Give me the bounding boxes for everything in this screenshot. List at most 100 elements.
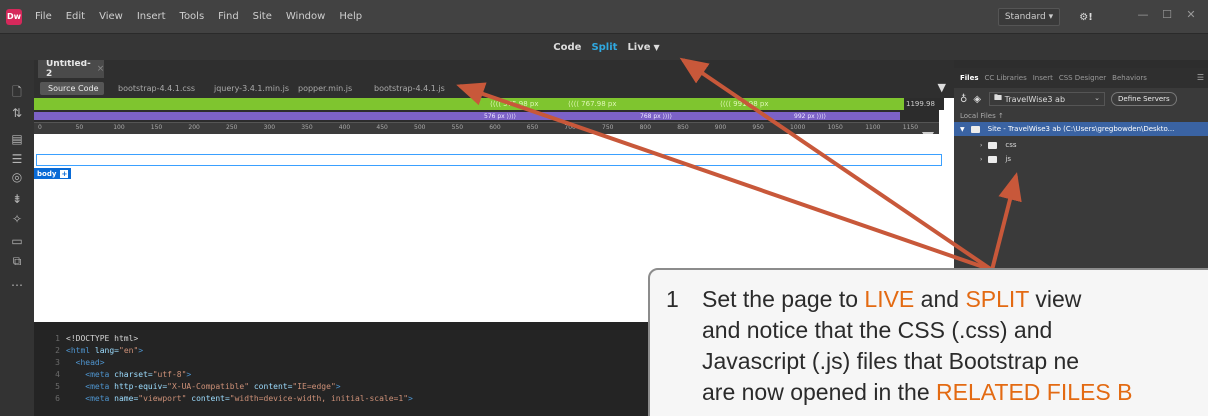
code-token: <!DOCTYPE html> (66, 334, 139, 343)
manage-sites-icon[interactable]: ◈ (973, 94, 981, 105)
code-token: content= (249, 382, 293, 391)
element-highlight (36, 154, 942, 166)
workspace-switcher[interactable]: Standard ▾ (998, 8, 1060, 26)
ruler-tick-label: 950 (752, 124, 764, 131)
collapse-icon[interactable]: ⇟ (7, 190, 27, 208)
callout-line-2: and notice that the CSS (.css) and (702, 317, 1053, 343)
media-query-max-bar: ⟨⟨⟨⟨ 575.98 px ⟨⟨⟨⟨ 767.98 px ⟨⟨⟨⟨ 991.9… (34, 98, 944, 110)
related-file-popper[interactable]: popper.min.js (298, 82, 352, 95)
document-tab[interactable]: Untitled-2 × (38, 60, 105, 79)
media-query-max-3[interactable]: ⟨⟨⟨⟨ 991.98 px (720, 98, 768, 110)
code-token: > (408, 394, 413, 403)
related-files-bar: Source Code bootstrap-4.4.1.css jquery-3… (34, 78, 954, 98)
code-line[interactable]: 6 <meta name="viewport" content="width=d… (38, 394, 413, 404)
close-icon[interactable]: ✕ (1180, 6, 1202, 22)
ruler-tick-label: 700 (564, 124, 576, 131)
code-token: "width=device-width, initial-scale=1" (229, 394, 409, 403)
menu-help[interactable]: Help (339, 11, 362, 22)
code-token: "IE=edge" (292, 382, 336, 391)
filter-icon[interactable]: ▼ (938, 81, 946, 94)
code-line[interactable]: 1 <!DOCTYPE html> (38, 334, 138, 344)
code-line[interactable]: 2 <html lang="en"> (38, 346, 143, 356)
menu-view[interactable]: View (99, 11, 123, 22)
sync-icon[interactable]: ⚙! (1074, 10, 1098, 24)
local-files-header[interactable]: Local Files ↑ (960, 110, 1004, 122)
menu-site[interactable]: Site (253, 11, 272, 22)
code-line[interactable]: 4 <meta charset="utf-8"> (38, 370, 191, 380)
media-query-max-4[interactable]: 1199.98 (904, 98, 944, 110)
view-switcher: Code Split Live ▼ (0, 34, 1208, 60)
code-token: "X-UA-Compatible" (167, 382, 250, 391)
related-file-jquery[interactable]: jquery-3.4.1.min.js (214, 82, 289, 95)
split-view-button[interactable]: Split (591, 42, 617, 53)
code-token: content= (186, 394, 230, 403)
expand-icon[interactable]: ▼ (960, 126, 965, 133)
media-query-min-1[interactable]: 576 px ⟩⟩⟩⟩ (484, 112, 516, 120)
panel-menu-icon[interactable]: ☰ (1197, 73, 1204, 82)
document-tab-bar: Untitled-2 × (34, 60, 954, 79)
sort-arrow-icon: ↑ (997, 112, 1004, 120)
plus-icon[interactable]: + (60, 169, 69, 178)
code-line[interactable]: 5 <meta http-equiv="X-UA-Compatible" con… (38, 382, 340, 392)
comment-icon[interactable]: ▭ (7, 232, 27, 250)
related-file-bootstrap-js[interactable]: bootstrap-4.4.1.js (374, 82, 445, 95)
menu-edit[interactable]: Edit (66, 11, 85, 22)
related-file-source-code[interactable]: Source Code (40, 82, 104, 95)
target-icon[interactable]: ◎ (7, 168, 27, 186)
related-file-bootstrap-css[interactable]: bootstrap-4.4.1.css (118, 82, 195, 95)
tab-css-designer[interactable]: CSS Designer (1059, 74, 1106, 82)
callout-related-files: RELATED FILES B (936, 379, 1133, 405)
instruction-callout: 1 Set the page to LIVE and SPLIT view an… (648, 268, 1208, 416)
minimize-icon[interactable]: — (1132, 6, 1154, 22)
snippet-icon[interactable]: ⧉ (7, 252, 27, 270)
callout-text-a: Set the page to (702, 286, 865, 312)
element-badge[interactable]: body + (34, 168, 72, 179)
layout-icon[interactable]: ▤ (7, 130, 27, 148)
media-query-min-2[interactable]: 768 px ⟩⟩⟩⟩ (640, 112, 672, 120)
code-token: "en" (119, 346, 139, 355)
media-query-max-2[interactable]: ⟨⟨⟨⟨ 767.98 px (568, 98, 616, 110)
tab-files[interactable]: Files (960, 74, 979, 82)
menu-insert[interactable]: Insert (137, 11, 166, 22)
chevron-down-icon[interactable]: ▼ (654, 43, 660, 52)
code-line[interactable]: 3 <head> (38, 358, 104, 368)
ruler-tick-label: 450 (376, 124, 388, 131)
tab-behaviors[interactable]: Behaviors (1112, 74, 1147, 82)
connect-icon[interactable]: ♁ (960, 94, 967, 105)
callout-text-d: are now opened in the (702, 379, 937, 405)
tab-cc-libraries[interactable]: CC Libraries (985, 74, 1027, 82)
media-query-max-1[interactable]: ⟨⟨⟨⟨ 575.98 px (490, 98, 538, 110)
site-select[interactable]: 🖿 TravelWise3 ab ⌄ (989, 92, 1106, 106)
chevron-right-icon[interactable]: › (980, 156, 982, 163)
close-icon[interactable]: × (97, 64, 105, 74)
dreamweaver-logo: Dw (6, 8, 22, 25)
dreamweaver-window: Dw File Edit View Insert Tools Find Site… (0, 0, 1208, 416)
site-select-value: TravelWise3 ab (1004, 94, 1066, 104)
code-token: http-equiv= (114, 382, 168, 391)
tree-folder-css[interactable]: › css (974, 138, 1017, 152)
tree-root-label: Site - TravelWise3 ab (C:\Users\gregbowd… (987, 125, 1175, 133)
panel-strip (954, 60, 1208, 68)
tab-insert[interactable]: Insert (1033, 74, 1053, 82)
file-icon[interactable]: 🗋 (7, 84, 27, 102)
ruler-tick-label: 600 (489, 124, 501, 131)
sort-icon[interactable]: ⇅ (7, 104, 27, 122)
menu-file[interactable]: File (35, 11, 52, 22)
callout-live: LIVE (864, 286, 915, 312)
ruler-tick-label: 400 (338, 124, 351, 131)
menu-window[interactable]: Window (286, 11, 325, 22)
chevron-down-icon: ⌄ (1094, 94, 1101, 102)
define-servers-button[interactable]: Define Servers (1111, 92, 1177, 106)
more-icon[interactable]: ⋯ (7, 276, 27, 294)
maximize-icon[interactable]: ☐ (1156, 6, 1178, 22)
menu-find[interactable]: Find (218, 11, 239, 22)
wand-icon[interactable]: ✧ (7, 210, 27, 228)
chevron-right-icon[interactable]: › (980, 142, 982, 149)
indent-icon[interactable]: ☰ (7, 150, 27, 168)
live-view-button[interactable]: Live (627, 42, 650, 53)
code-view-button[interactable]: Code (553, 42, 581, 53)
media-query-min-3[interactable]: 992 px ⟩⟩⟩⟩ (794, 112, 826, 120)
tree-root-site[interactable]: ▼ Site - TravelWise3 ab (C:\Users\gregbow… (954, 122, 1208, 136)
tree-folder-js[interactable]: › js (974, 152, 1011, 166)
menu-tools[interactable]: Tools (180, 11, 205, 22)
